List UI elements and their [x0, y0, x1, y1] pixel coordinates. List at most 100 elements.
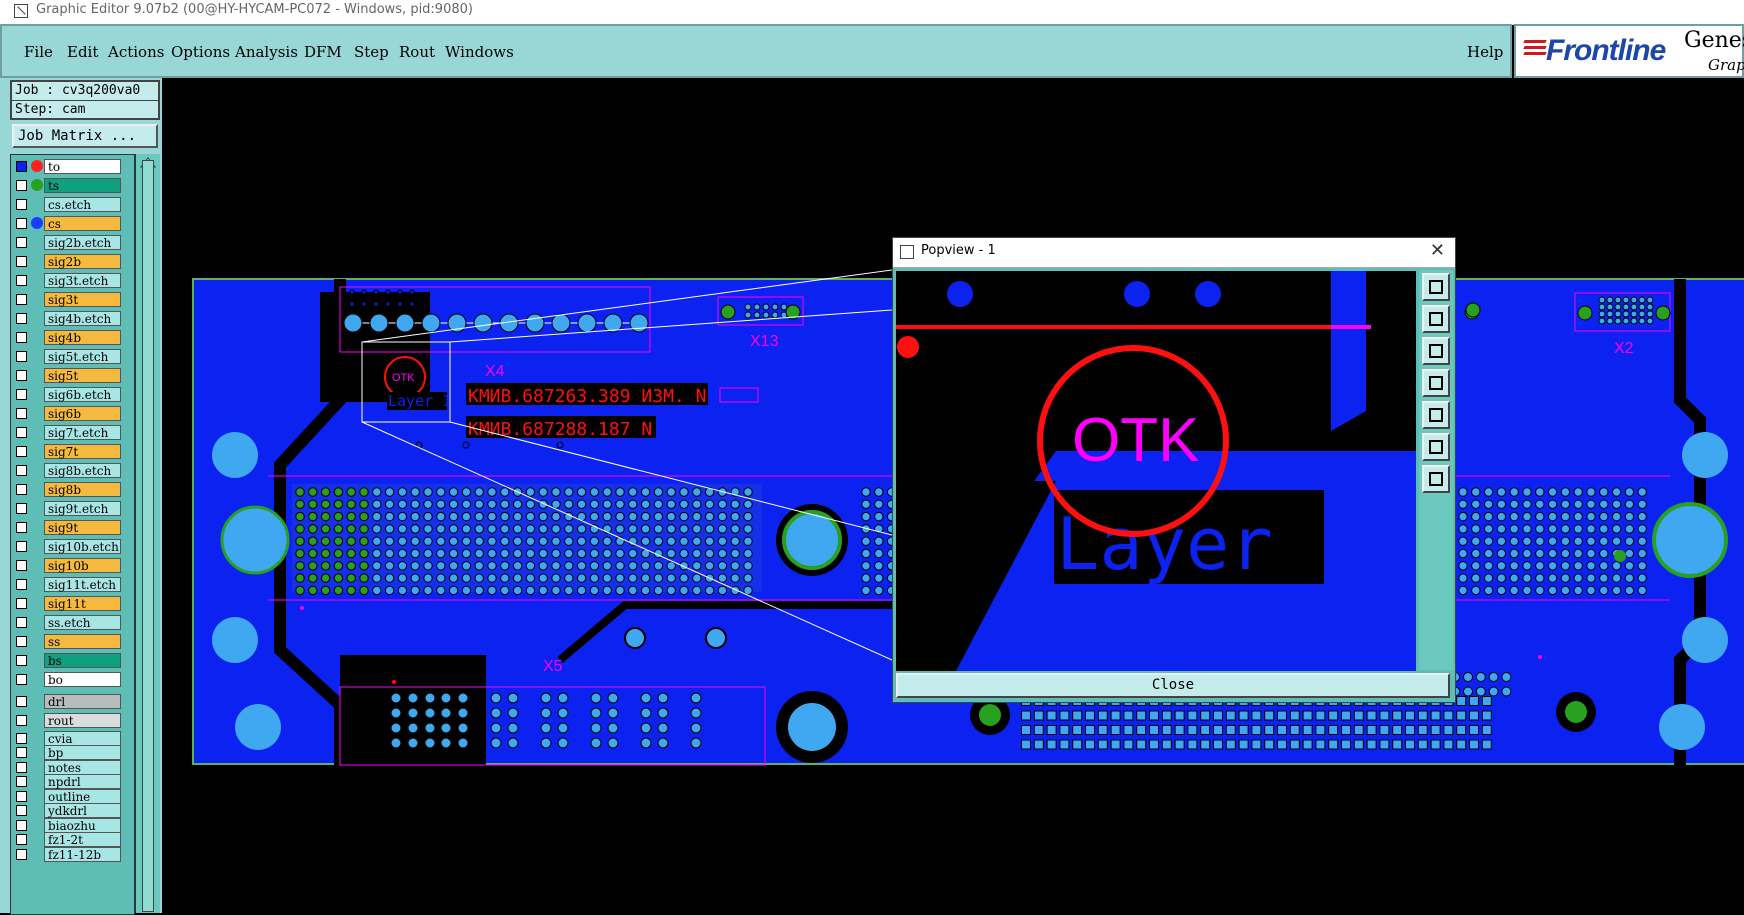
layer-checkbox[interactable]: [16, 180, 27, 191]
layer-row-sig7t-etch[interactable]: sig7t.etch: [13, 425, 132, 440]
layer-checkbox[interactable]: [16, 747, 27, 758]
layer-name[interactable]: sig3t: [44, 292, 121, 307]
layer-checkbox[interactable]: [16, 560, 27, 571]
popview-close-button[interactable]: Close: [896, 673, 1450, 698]
layer-name[interactable]: ss: [44, 634, 121, 649]
layer-name[interactable]: bo: [44, 672, 121, 687]
layer-checkbox[interactable]: [16, 776, 27, 787]
layer-checkbox[interactable]: [16, 275, 27, 286]
layer-row-sig5t[interactable]: sig5t: [13, 368, 132, 383]
layer-checkbox[interactable]: [16, 256, 27, 267]
layer-name[interactable]: sig3t.etch: [44, 273, 121, 288]
layer-name[interactable]: sig2b.etch: [44, 235, 121, 250]
layer-row-rout[interactable]: rout: [13, 713, 132, 728]
layer-name[interactable]: sig2b: [44, 254, 121, 269]
layer-checkbox[interactable]: [16, 389, 27, 400]
layer-checkbox[interactable]: [16, 408, 27, 419]
layer-checkbox[interactable]: [16, 522, 27, 533]
layer-checkbox[interactable]: [16, 484, 27, 495]
menu-edit[interactable]: Edit: [67, 43, 98, 61]
layer-row-fz11-12b[interactable]: fz11-12b: [13, 846, 132, 862]
layer-name[interactable]: cs: [44, 216, 121, 231]
layer-checkbox[interactable]: [16, 427, 27, 438]
layer-row-cs-etch[interactable]: cs.etch: [13, 197, 132, 212]
layer-row-outline[interactable]: outline: [13, 788, 132, 804]
layer-row-sig3t[interactable]: sig3t: [13, 292, 132, 307]
zoom-in-button[interactable]: [1422, 433, 1450, 461]
layer-checkbox[interactable]: [16, 313, 27, 324]
layer-checkbox[interactable]: [16, 237, 27, 248]
layer-name[interactable]: sig11t: [44, 596, 121, 611]
layer-row-sig5t-etch[interactable]: sig5t.etch: [13, 349, 132, 364]
layer-checkbox[interactable]: [16, 636, 27, 647]
layer-checkbox[interactable]: [16, 351, 27, 362]
layer-checkbox[interactable]: [16, 715, 27, 726]
layer-name[interactable]: drl: [44, 694, 121, 709]
layer-name[interactable]: sig4b: [44, 330, 121, 345]
layer-name[interactable]: sig7t.etch: [44, 425, 121, 440]
layer-checkbox[interactable]: [16, 332, 27, 343]
layer-checkbox[interactable]: [16, 294, 27, 305]
pan-down-button[interactable]: [1422, 337, 1450, 365]
layer-row-bp[interactable]: bp: [13, 745, 132, 760]
menu-analysis[interactable]: Analysis: [235, 43, 298, 61]
layer-row-sig9t[interactable]: sig9t: [13, 520, 132, 535]
layer-row-ss[interactable]: ss: [13, 634, 132, 649]
layer-name[interactable]: sig10b.etch: [44, 539, 121, 554]
layer-name[interactable]: outline: [44, 788, 121, 804]
layer-checkbox[interactable]: [16, 503, 27, 514]
layer-row-sig10b[interactable]: sig10b: [13, 558, 132, 573]
layer-row-bs[interactable]: bs: [13, 653, 132, 668]
layer-checkbox[interactable]: [16, 790, 27, 802]
layer-checkbox[interactable]: [16, 674, 27, 685]
layer-row-fz1-2t[interactable]: fz1-2t: [13, 832, 132, 847]
popview-canvas[interactable]: Layer 1 OTK: [896, 271, 1416, 671]
layer-row-npdrl[interactable]: npdrl: [13, 774, 132, 789]
layer-row-sig11t-etch[interactable]: sig11t.etch: [13, 577, 132, 592]
layer-row-sig11t[interactable]: sig11t: [13, 596, 132, 611]
layer-name[interactable]: sig8b.etch: [44, 463, 121, 478]
layer-checkbox[interactable]: [16, 218, 27, 229]
layer-checkbox[interactable]: [16, 617, 27, 628]
layer-name[interactable]: fz1-2t: [44, 832, 121, 847]
layer-name[interactable]: ss.etch: [44, 615, 121, 630]
layer-row-sig10b-etch[interactable]: sig10b.etch: [13, 539, 132, 554]
layer-row-cvia[interactable]: cvia: [13, 730, 132, 746]
layer-name[interactable]: sig6b: [44, 406, 121, 421]
layer-name[interactable]: ydkdrl: [44, 803, 121, 818]
layer-checkbox[interactable]: [16, 579, 27, 590]
layer-row-bo[interactable]: bo: [13, 672, 132, 687]
layer-name[interactable]: rout: [44, 713, 121, 728]
menu-actions[interactable]: Actions: [108, 43, 164, 61]
layer-name[interactable]: sig8b: [44, 482, 121, 497]
menu-step[interactable]: Step: [354, 43, 389, 61]
layer-name[interactable]: sig10b: [44, 558, 121, 573]
layer-row-sig2b[interactable]: sig2b: [13, 254, 132, 269]
layer-name[interactable]: sig5t.etch: [44, 349, 121, 364]
layer-checkbox[interactable]: [16, 819, 27, 831]
layer-name[interactable]: sig4b.etch: [44, 311, 121, 326]
layer-row-sig2b-etch[interactable]: sig2b.etch: [13, 235, 132, 250]
layer-checkbox[interactable]: [16, 465, 27, 476]
menu-file[interactable]: File: [24, 43, 53, 61]
layer-row-sig9t-etch[interactable]: sig9t.etch: [13, 501, 132, 516]
layer-row-sig3t-etch[interactable]: sig3t.etch: [13, 273, 132, 288]
layer-checkbox[interactable]: [16, 761, 27, 773]
layer-row-drl[interactable]: drl: [13, 694, 132, 709]
job-matrix-button[interactable]: Job Matrix ...: [12, 124, 158, 148]
layer-row-ts[interactable]: ts: [13, 178, 132, 193]
layer-name[interactable]: sig5t: [44, 368, 121, 383]
layer-checkbox[interactable]: [16, 732, 27, 744]
layer-row-biaozhu[interactable]: biaozhu: [13, 817, 132, 833]
menu-windows[interactable]: Windows: [445, 43, 514, 61]
layer-row-cs[interactable]: cs: [13, 216, 132, 231]
menu-rout[interactable]: Rout: [399, 43, 435, 61]
layer-name[interactable]: to: [44, 159, 121, 174]
layer-row-sig6b-etch[interactable]: sig6b.etch: [13, 387, 132, 402]
layer-name[interactable]: fz11-12b: [44, 846, 121, 862]
layer-row-sig6b[interactable]: sig6b: [13, 406, 132, 421]
layer-name[interactable]: cvia: [44, 730, 121, 746]
layer-checkbox[interactable]: [16, 370, 27, 381]
layer-name[interactable]: sig7t: [44, 444, 121, 459]
layer-row-notes[interactable]: notes: [13, 759, 132, 775]
